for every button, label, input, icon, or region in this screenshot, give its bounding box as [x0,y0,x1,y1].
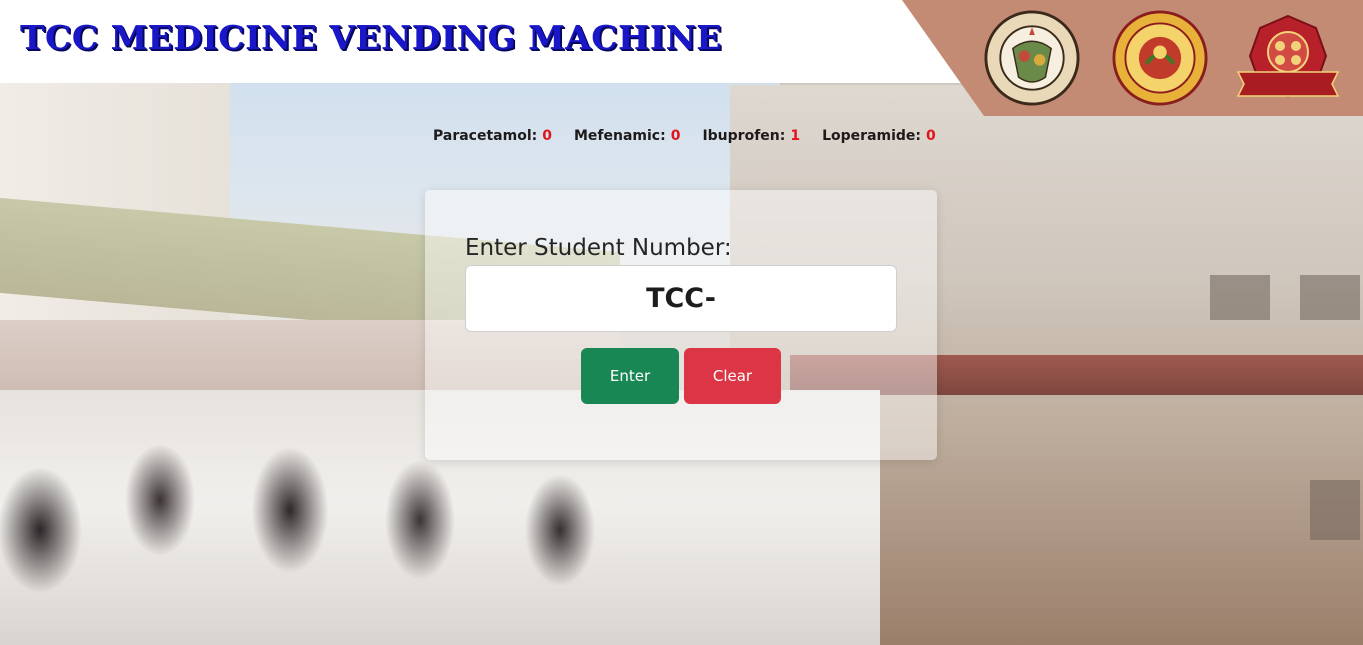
building-window [1300,275,1360,320]
stock-mefenamic: Mefenamic: 0 [574,128,680,144]
access-emblem-logo [1232,10,1344,106]
student-number-input[interactable] [465,265,897,332]
stock-label: Paracetamol: [433,128,538,144]
stock-count: 0 [542,128,552,144]
page-title: TCC MEDICINE VENDING MACHINE [20,18,722,57]
enter-button[interactable]: Enter [581,348,679,404]
student-number-label: Enter Student Number: [465,235,732,261]
stock-count: 0 [670,128,681,144]
stock-label: Mefenamic: [573,128,666,144]
stock-loperamide: Loperamide: 0 [822,128,936,144]
tanauan-city-college-seal-logo [1112,10,1208,106]
medicine-stock-list: Paracetamol: 0 Mefenamic: 0 Ibuprofen: 1… [433,128,936,144]
stock-label: Ibuprofen: [702,128,786,144]
student-number-card: Enter Student Number: Enter Clear [425,190,937,460]
building-window [1210,275,1270,320]
stock-paracetamol: Paracetamol: 0 [433,128,552,144]
clear-button[interactable]: Clear [684,348,781,404]
stock-label: Loperamide: [822,128,922,144]
stock-ibuprofen: Ibuprofen: 1 [702,128,800,144]
stock-count: 0 [926,128,936,144]
tanauan-city-seal-logo [984,10,1080,106]
building-window [1310,480,1360,540]
stock-count: 1 [790,128,801,144]
